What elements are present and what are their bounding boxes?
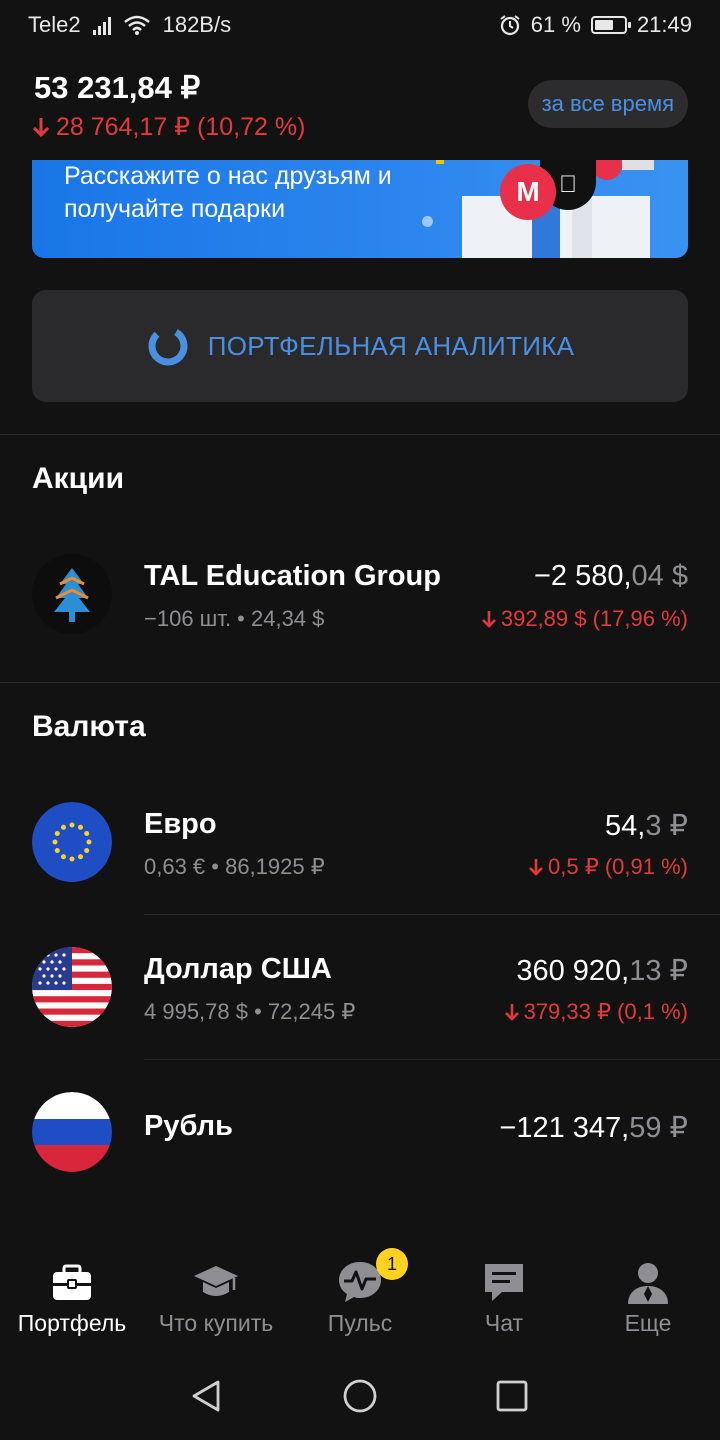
us-flag-icon (32, 947, 112, 1027)
battery-percent: 61 % (530, 12, 581, 37)
asset-details: 4 995,78 $ • 72,245 ₽ (144, 999, 356, 1024)
arrow-down-icon (529, 859, 543, 876)
nav-label: Пульс (327, 1310, 393, 1336)
recents-icon[interactable] (494, 1378, 530, 1414)
alarm-icon (500, 15, 520, 36)
clock: 21:49 (636, 12, 692, 37)
asset-value: 54,3 ₽ (605, 810, 688, 842)
nav-item-portfolio[interactable]: Портфель (0, 1240, 144, 1350)
banner-text: Расскажите о нас друзьям и получайте под… (64, 162, 392, 223)
section-title-currency: Валюта (32, 710, 146, 743)
asset-name: Рубль (144, 1110, 233, 1142)
asset-value: −121 347,59 ₽ (499, 1112, 688, 1144)
tal-logo (32, 554, 112, 634)
asset-change: 0,5 ₽ (0,91 %) (528, 854, 688, 880)
asset-details: −106 шт. • 24,34 $ (144, 606, 325, 631)
asset-value: 360 920,13 ₽ (516, 955, 688, 987)
divider (144, 914, 720, 915)
chat-icon (485, 1264, 523, 1301)
asset-change: 392,89 $ (17,96 %) (481, 606, 688, 632)
nav-item-pulse[interactable]: 1 Пульс (288, 1240, 432, 1350)
system-nav-bar (0, 1350, 720, 1440)
asset-details: 0,63 € • 86,1925 ₽ (144, 854, 325, 879)
nav-label: Чат (484, 1310, 524, 1336)
donut-chart-icon (148, 326, 188, 366)
carrier-label: Tele2 (28, 12, 81, 37)
analytics-label: ПОРТФЕЛЬНАЯ АНАЛИТИКА (207, 330, 575, 361)
list-item-tal[interactable]: TAL Education Group −106 шт. • 24,34 $ −… (0, 534, 720, 654)
portfolio-change: 28 764,17 ₽ (10,72 %) (32, 112, 305, 142)
list-item-euro[interactable]: Евро 0,63 € • 86,1925 ₽ 54,3 ₽ 0,5 ₽ (0,… (0, 782, 720, 902)
divider (0, 682, 720, 683)
notification-badge: 1 (376, 1248, 408, 1280)
briefcase-icon (53, 1264, 91, 1300)
portfolio-analytics-button[interactable]: ПОРТФЕЛЬНАЯ АНАЛИТИКА (32, 290, 688, 402)
nav-label: Еще (624, 1310, 672, 1336)
eu-flag-icon (32, 802, 112, 882)
arrow-down-icon (481, 611, 496, 628)
bottom-nav: Портфель Что купить 1 Пульс Чат Еще (0, 1240, 720, 1350)
nav-item-chat[interactable]: Чат (432, 1240, 576, 1350)
list-item-rub[interactable]: Рубль −121 347,59 ₽ (0, 1072, 720, 1192)
period-button[interactable]: за все время (527, 80, 688, 128)
ball-red-small (592, 160, 622, 180)
graduation-cap-icon (194, 1266, 238, 1296)
portfolio-total: 53 231,84 ₽ (34, 70, 201, 105)
wifi-icon (123, 15, 150, 35)
asset-name: Доллар США (144, 953, 332, 985)
network-speed: 182B/s (162, 12, 232, 37)
ru-flag-icon (32, 1092, 112, 1172)
arrow-down-icon (32, 118, 50, 138)
nav-item-what-to-buy[interactable]: Что купить (144, 1240, 288, 1350)
portfolio-change-value: 28 764,17 ₽ (10,72 %) (56, 113, 306, 141)
tal-tree-icon (32, 554, 112, 634)
confetti-shape (436, 160, 444, 164)
status-bar: Tele2 182B/s 61 % 21:49 (0, 0, 720, 50)
nav-item-more[interactable]: Еще (576, 1240, 720, 1350)
person-icon (628, 1263, 668, 1304)
asset-name: TAL Education Group (144, 560, 441, 592)
signal-icon (92, 15, 111, 35)
divider (144, 1059, 720, 1060)
list-item-usd[interactable]: Доллар США 4 995,78 $ • 72,245 ₽ 360 920… (0, 927, 720, 1047)
section-title-stocks: Акции (32, 462, 125, 495)
nav-label: Портфель (17, 1310, 127, 1336)
back-icon[interactable] (188, 1378, 224, 1414)
referral-banner[interactable]: Расскажите о нас друзьям и получайте под… (32, 160, 688, 258)
banner-dot (422, 216, 433, 227)
ball-white (622, 160, 654, 170)
metro-logo-icon: M (500, 164, 556, 220)
asset-name: Евро (144, 808, 217, 840)
asset-value: −2 580,04 $ (533, 560, 688, 592)
divider (0, 434, 720, 435)
home-icon[interactable] (342, 1378, 378, 1414)
arrow-down-icon (504, 1004, 519, 1021)
nav-label: Что купить (158, 1310, 274, 1336)
battery-icon (590, 16, 631, 34)
asset-change: 379,33 ₽ (0,1 %) (504, 999, 688, 1025)
